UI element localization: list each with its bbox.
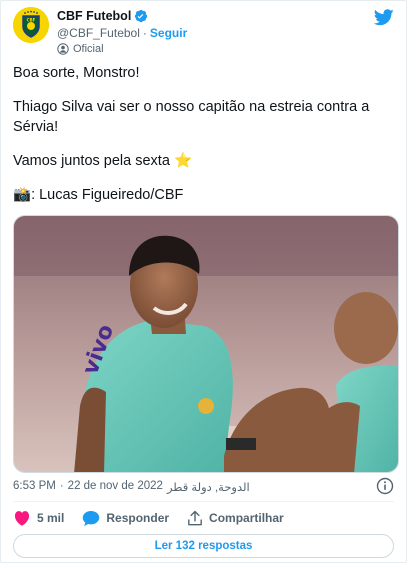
author-block: CBF Futebol @CBF_Futebol · Seguir Oficia… xyxy=(57,8,187,55)
tweet-actions: 5 mil Responder Compartilhar xyxy=(13,508,394,528)
tweet-line-text: Vamos juntos pela sexta xyxy=(13,153,170,169)
display-name[interactable]: CBF Futebol xyxy=(57,9,131,23)
tweet-photo[interactable]: vivo xyxy=(13,215,399,473)
star-emoji-icon: ⭐ xyxy=(173,153,192,169)
tweet-line: Vamos juntos pela sexta ⭐ xyxy=(13,151,394,171)
reply-bubble-icon xyxy=(83,510,100,526)
tweet-card: CBF CBF Futebol @CBF_Futebol · Seguir Of… xyxy=(0,0,407,563)
avatar[interactable]: CBF xyxy=(13,7,49,43)
svg-text:CBF: CBF xyxy=(27,18,36,23)
reply-label: Responder xyxy=(106,511,170,525)
share-button[interactable]: Compartilhar xyxy=(187,510,284,527)
camera-emoji-icon: 📸 xyxy=(13,187,32,203)
info-icon[interactable] xyxy=(376,477,394,495)
tweet-line: Thiago Silva vai ser o nosso capitão na … xyxy=(13,99,370,135)
follow-button[interactable]: Seguir xyxy=(150,26,187,40)
handle[interactable]: @CBF_Futebol xyxy=(57,26,140,40)
read-replies-button[interactable]: Ler 132 respostas xyxy=(13,534,394,558)
official-label: Oficial xyxy=(73,42,104,55)
reply-button[interactable]: Responder xyxy=(82,510,169,527)
cbf-crest-icon: CBF xyxy=(13,7,49,43)
share-label: Compartilhar xyxy=(209,511,284,525)
photo-credit: : Lucas Figueiredo/CBF xyxy=(31,187,184,203)
timestamp-location: الدوحة, دولة قطر xyxy=(166,482,250,494)
tweet-timestamp[interactable]: 6:53 PM · 22 de nov de 2022 الدوحة, دولة… xyxy=(13,480,250,494)
player-photo-image: vivo xyxy=(14,216,398,472)
official-label-icon xyxy=(57,42,69,55)
divider xyxy=(13,501,394,502)
tweet-text: Boa sorte, Monstro! Thiago Silva vai ser… xyxy=(13,63,394,205)
timestamp-time: 6:53 PM xyxy=(13,480,56,492)
like-count: 5 mil xyxy=(37,511,65,525)
share-upload-icon xyxy=(188,510,202,525)
verified-badge-icon xyxy=(135,9,148,23)
timestamp-separator: · xyxy=(59,480,64,492)
handle-separator: · xyxy=(142,26,147,40)
tweet-line: Boa sorte, Monstro! xyxy=(13,65,140,81)
twitter-bird-icon[interactable] xyxy=(374,9,394,26)
heart-icon xyxy=(14,511,30,526)
like-button[interactable]: 5 mil xyxy=(13,510,64,526)
timestamp-date: 22 de nov de 2022 xyxy=(67,480,163,492)
tweet-header: CBF CBF Futebol @CBF_Futebol · Seguir Of… xyxy=(13,7,394,55)
tweet-line: 📸: Lucas Figueiredo/CBF xyxy=(13,185,394,205)
